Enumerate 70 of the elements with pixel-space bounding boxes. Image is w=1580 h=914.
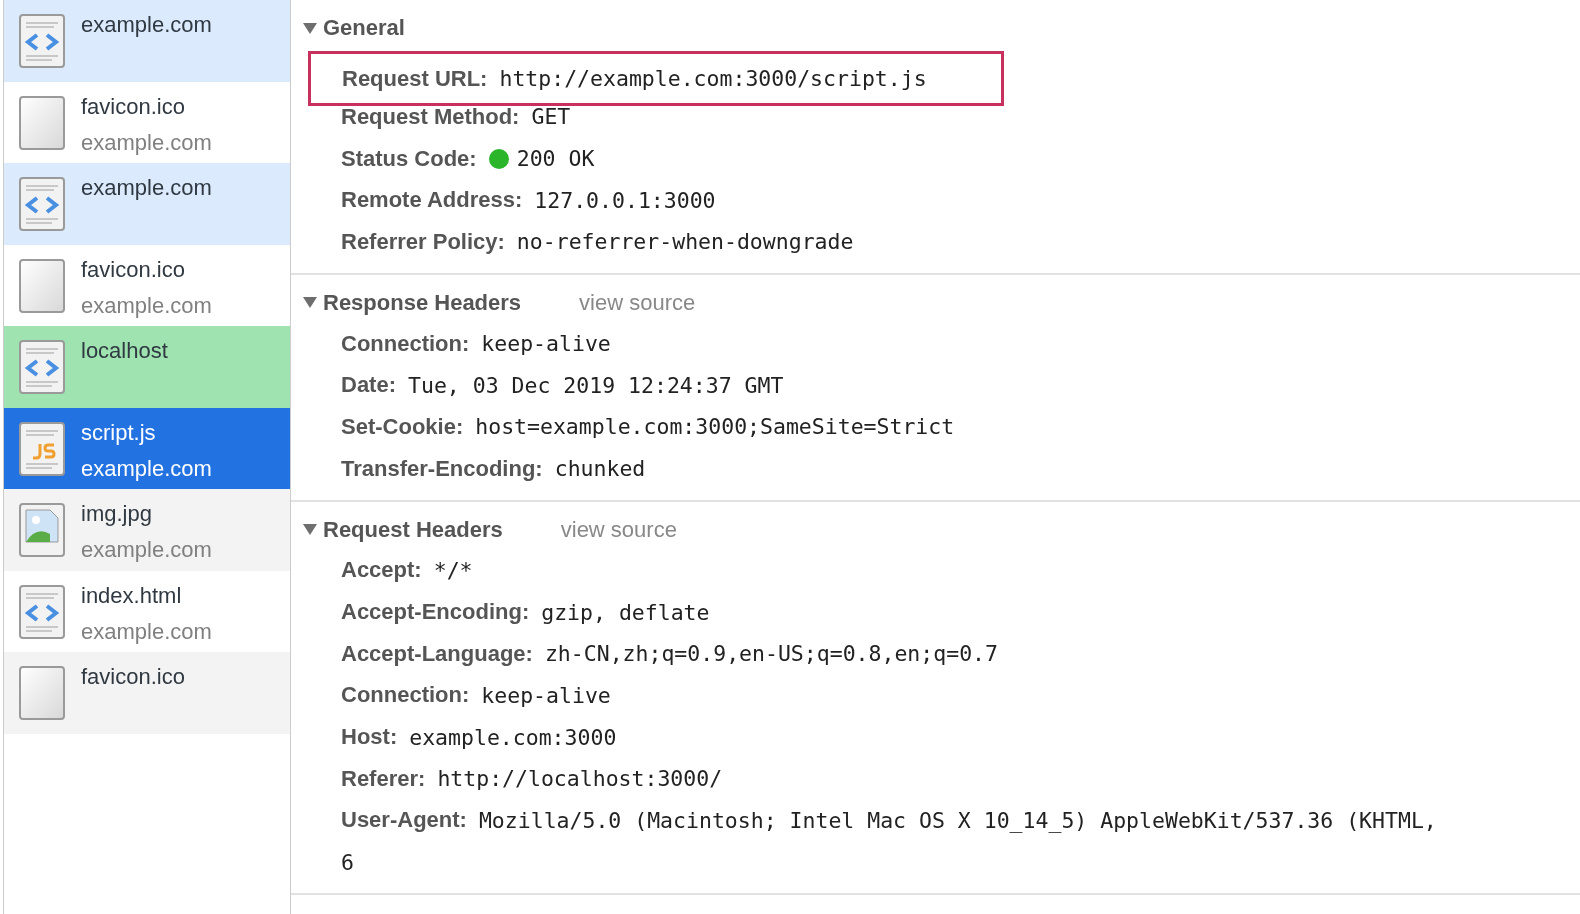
header-value: 6 [341,849,354,875]
disclosure-triangle-icon[interactable] [303,22,317,34]
header-name: Connection: [341,330,470,357]
blank-file-icon [18,665,66,721]
header-name: Set-Cookie: [341,413,464,440]
blank-file-icon [18,257,66,314]
request-item[interactable]: example.com [4,163,290,245]
view-source-link[interactable]: view source [579,289,696,316]
request-name: example.com [81,11,212,39]
header-value: GET [531,104,571,130]
request-domain: example.com [81,291,212,320]
request-name: favicon.ico [81,92,186,121]
header-value: gzip, deflate [541,599,710,625]
header-value: http://example.com:3000/script.js [499,66,927,91]
header-name: Referrer Policy: [341,228,505,255]
request-name: favicon.ico [81,663,185,691]
request-domain: example.com [81,617,212,646]
html-file-icon [18,339,66,395]
request-domain: example.com [81,454,212,483]
request-name: example.com [81,174,212,202]
header-name: Transfer-Encoding: [341,455,543,482]
request-item[interactable]: example.com [4,0,290,82]
header-name: Request URL: [342,65,488,92]
header-value: host=example.com:3000;SameSite=Strict [475,414,955,440]
header-value: example.com:3000 [409,724,617,750]
html-file-icon [18,583,66,640]
disclosure-triangle-icon[interactable] [303,297,317,309]
request-item[interactable]: script.js example.com [4,407,290,489]
request-domain: example.com [81,128,212,157]
request-domain: example.com [81,536,212,564]
request-item[interactable]: favicon.ico [4,652,290,734]
request-name: favicon.ico [81,255,186,284]
js-file-icon [18,420,66,477]
request-name: img.jpg [81,500,153,528]
header-value: 200 OK [516,146,595,172]
request-name: localhost [81,337,168,365]
section-title[interactable]: Request Headers [323,516,503,543]
request-item[interactable]: localhost [4,326,290,408]
header-value: Mozilla/5.0 (Macintosh; Intel Mac OS X 10_14_5) AppleWebKit/537.36 (KHTML, [478,807,1437,833]
header-value: no-referrer-when-downgrade [516,229,854,255]
blank-file-icon [18,94,66,151]
header-value: zh-CN,zh;q=0.9,en-US;q=0.8,en;q=0.7 [544,641,998,667]
header-name: Connection: [341,682,470,709]
header-value: keep-alive [481,682,611,708]
header-value: http://localhost:3000/ [437,766,723,792]
request-item[interactable]: img.jpg example.com [4,489,290,571]
image-file-icon [18,502,66,558]
request-name: script.js [81,418,157,447]
header-name: Date: [341,372,396,399]
header-value: */* [433,557,473,583]
header-value: Tue, 03 Dec 2019 12:24:37 GMT [408,372,784,398]
request-name: index.html [81,581,183,610]
header-name: Host: [341,724,398,751]
html-file-icon [18,13,66,69]
disclosure-triangle-icon[interactable] [303,524,317,535]
html-file-icon [18,176,66,232]
header-name: Accept-Encoding: [341,599,530,626]
section-title[interactable]: Response Headers [323,289,522,316]
header-value: 127.0.0.1:3000 [534,187,716,213]
header-name: Status Code: [341,145,477,172]
header-name: Accept: [341,557,422,584]
header-name: Referer: [341,765,426,792]
section-title[interactable]: General [323,15,405,41]
header-name: User-Agent: [341,807,467,834]
header-name: Remote Address: [341,187,523,214]
header-name: Accept-Language: [341,640,533,667]
view-source-link[interactable]: view source [560,516,677,543]
header-value: chunked [554,456,646,482]
header-name: Request Method: [341,103,520,130]
header-value: keep-alive [481,331,611,357]
